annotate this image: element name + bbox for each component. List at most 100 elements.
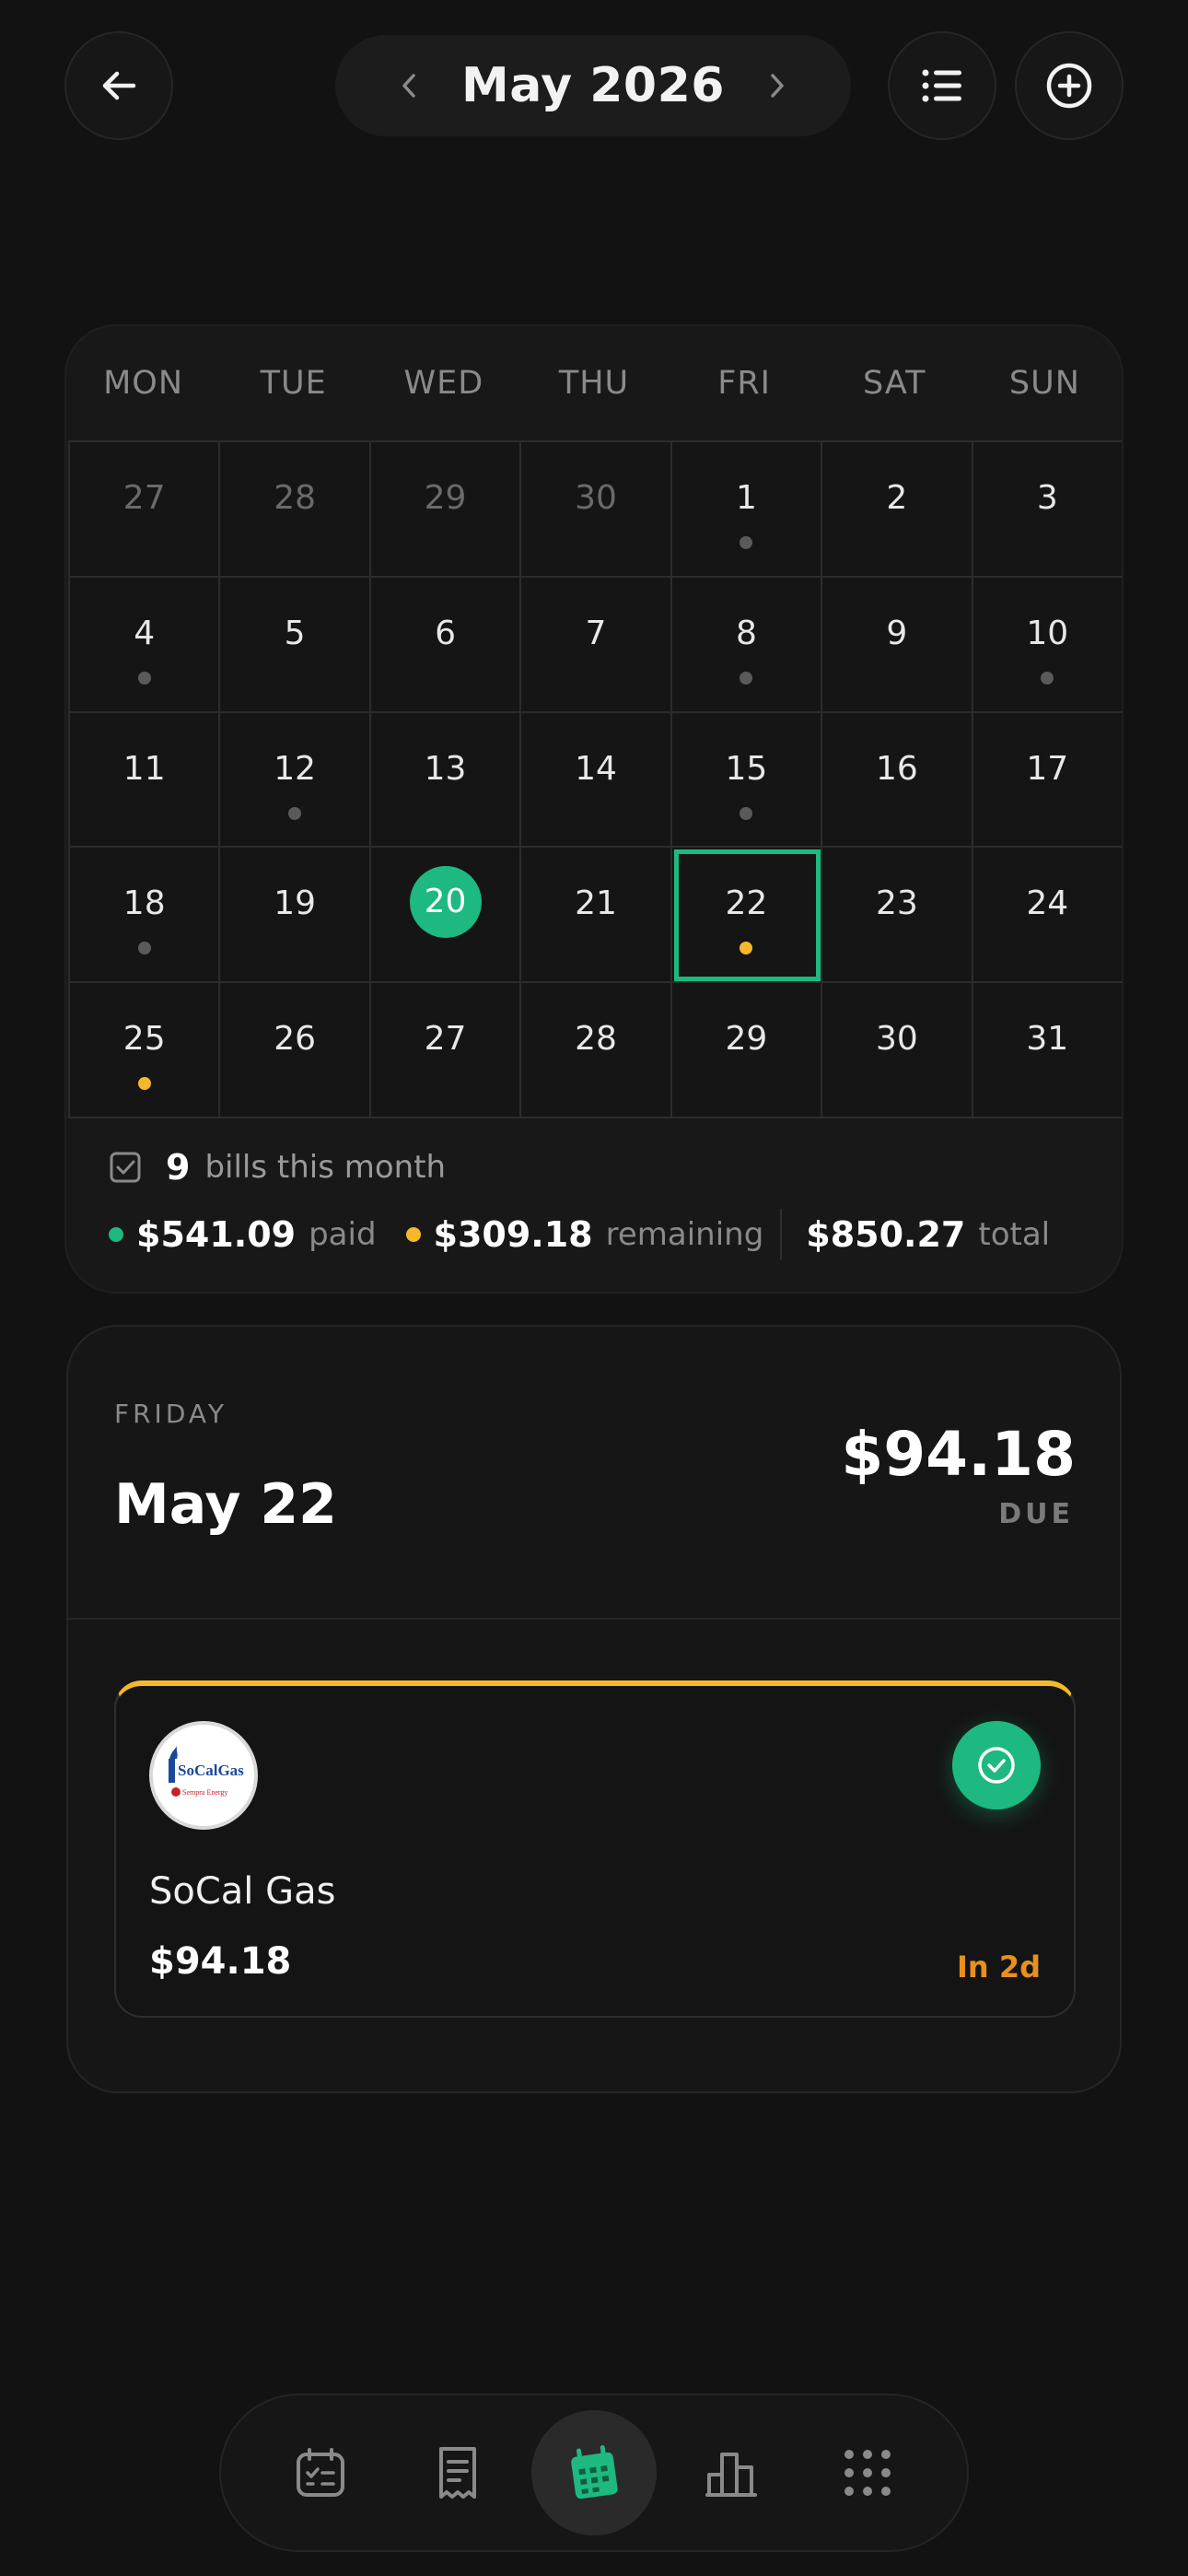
list-view-button[interactable] xyxy=(888,31,996,140)
calendar-day[interactable]: 13 xyxy=(370,712,522,849)
bill-name: SoCal Gas xyxy=(149,1870,336,1913)
calendar-day[interactable]: 10 xyxy=(973,577,1122,713)
day-number: 27 xyxy=(424,1020,467,1059)
bill-count: 9 xyxy=(166,1147,191,1188)
calendar-day-today[interactable]: 20 xyxy=(370,848,522,984)
mark-paid-button[interactable] xyxy=(952,1721,1041,1809)
calendar-day[interactable]: 27 xyxy=(70,442,221,578)
day-number: 31 xyxy=(1026,1020,1069,1059)
day-number: 3 xyxy=(1036,479,1058,517)
bill-card[interactable]: SoCalGas Sempra Energy SoCal Gas $94.18 … xyxy=(114,1680,1076,2018)
calendar-day[interactable]: 4 xyxy=(70,577,221,713)
day-number: 1 xyxy=(735,479,757,517)
calendar-day[interactable]: 3 xyxy=(973,442,1122,578)
day-number: 25 xyxy=(122,1020,166,1059)
calendar-day[interactable]: 5 xyxy=(220,577,371,713)
day-number: 29 xyxy=(725,1020,768,1059)
nav-bills[interactable] xyxy=(395,2410,520,2535)
receipt-icon xyxy=(438,2447,476,2499)
next-month-button[interactable] xyxy=(759,67,796,104)
calendar-day[interactable]: 30 xyxy=(521,442,672,578)
day-number: 17 xyxy=(1026,749,1069,788)
calendar-day[interactable]: 23 xyxy=(822,848,973,984)
calendar-day[interactable]: 18 xyxy=(70,848,221,984)
bill-due-dot xyxy=(137,1077,151,1091)
day-number: 23 xyxy=(875,884,918,923)
calendar-day[interactable]: 25 xyxy=(70,983,221,1118)
paid-amount: $541.09 xyxy=(136,1214,297,1255)
day-due-label: DUE xyxy=(998,1498,1074,1530)
bottom-nav xyxy=(219,2394,969,2552)
weekday-label: SAT xyxy=(863,365,926,402)
calendar-day[interactable]: 27 xyxy=(370,983,522,1118)
weekday-label: TUE xyxy=(260,365,327,402)
weekday-label: WED xyxy=(403,365,484,402)
paid-dot xyxy=(109,1227,123,1242)
calendar-grid: 27 28 29 30 1 2 3 4 5 6 7 8 9 10 11 12 13 14 15 16 17 18 19 20 2… xyxy=(68,440,1122,1118)
day-number: 4 xyxy=(134,614,156,652)
day-number: 24 xyxy=(1026,884,1069,923)
selected-day-card: FRIDAY May 22 $94.18 DUE SoCalGas Sempra… xyxy=(66,1325,1122,2093)
chevron-left-icon xyxy=(402,74,415,98)
day-number: 14 xyxy=(575,749,617,788)
remaining-dot xyxy=(405,1227,421,1242)
day-number: 21 xyxy=(575,884,617,923)
logo-text: SoCalGas xyxy=(178,1762,244,1779)
day-due-amount: $94.18 xyxy=(841,1419,1076,1490)
calendar-day-selected[interactable]: 22 xyxy=(671,848,823,984)
bill-amount: $94.18 xyxy=(149,1940,292,1983)
calendar-day[interactable]: 24 xyxy=(973,848,1122,984)
calendar-day[interactable]: 14 xyxy=(521,712,672,849)
logo-subtext: Sempra Energy xyxy=(182,1788,227,1797)
calendar-day[interactable]: 28 xyxy=(220,442,371,578)
day-number: 30 xyxy=(875,1020,918,1059)
calendar-day[interactable]: 8 xyxy=(671,577,823,713)
calendar-day[interactable]: 1 xyxy=(671,442,823,578)
nav-calendar[interactable] xyxy=(531,2410,657,2535)
calendar-day[interactable]: 26 xyxy=(220,983,371,1118)
day-number: 19 xyxy=(274,884,317,923)
back-button[interactable] xyxy=(64,31,173,140)
calendar-day[interactable]: 19 xyxy=(220,848,371,984)
checkbox-icon xyxy=(110,1152,141,1183)
day-number: 18 xyxy=(122,884,166,923)
calendar-day[interactable]: 9 xyxy=(822,577,973,713)
calendar-day[interactable]: 2 xyxy=(822,442,973,578)
month-title: May 2026 xyxy=(461,58,725,113)
day-number: 13 xyxy=(424,749,467,788)
calendar-day[interactable]: 7 xyxy=(521,577,672,713)
calendar-day[interactable]: 29 xyxy=(671,983,823,1118)
remaining-amount: $309.18 xyxy=(433,1214,593,1255)
calendar-day[interactable]: 6 xyxy=(370,577,522,713)
prev-month-button[interactable] xyxy=(390,67,427,104)
weekday-header: MON TUE WED THU FRI SAT SUN xyxy=(66,326,1122,440)
calendar-day[interactable]: 16 xyxy=(822,712,973,849)
calendar-day[interactable]: 15 xyxy=(671,712,823,849)
nav-insights[interactable] xyxy=(669,2410,794,2535)
plus-circle-icon xyxy=(1046,63,1092,109)
summary-divider xyxy=(780,1209,783,1260)
day-number: 16 xyxy=(875,749,918,788)
check-circle-icon xyxy=(978,1747,1015,1784)
calendar-day[interactable]: 31 xyxy=(973,983,1122,1118)
calendar-day[interactable]: 17 xyxy=(973,712,1122,849)
grid-icon xyxy=(844,2450,891,2496)
calendar-day[interactable]: 21 xyxy=(521,848,672,984)
weekday-label: MON xyxy=(103,365,184,402)
nav-upcoming[interactable] xyxy=(258,2410,383,2535)
calendar-day[interactable]: 12 xyxy=(220,712,371,849)
calendar-day[interactable]: 11 xyxy=(70,712,221,849)
bill-due-in: In 2d xyxy=(957,1950,1041,1985)
bill-dot xyxy=(740,536,753,549)
total-label: total xyxy=(978,1216,1051,1253)
calendar-day[interactable]: 28 xyxy=(521,983,672,1118)
calendar-day[interactable]: 29 xyxy=(370,442,522,578)
socalgas-logo: SoCalGas Sempra Energy xyxy=(149,1721,258,1830)
bill-dot xyxy=(288,806,302,820)
add-bill-button[interactable] xyxy=(1015,31,1124,140)
calendar-day[interactable]: 30 xyxy=(822,983,973,1118)
bill-due-dot xyxy=(740,942,753,955)
day-divider xyxy=(68,1618,1120,1620)
nav-more[interactable] xyxy=(805,2410,930,2535)
chevron-right-icon xyxy=(771,74,784,98)
